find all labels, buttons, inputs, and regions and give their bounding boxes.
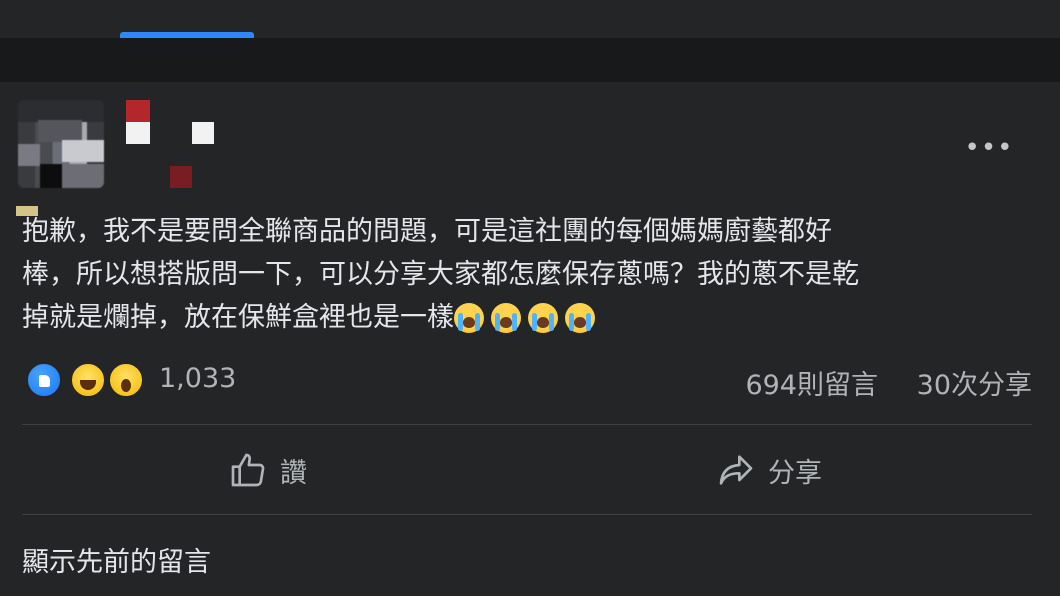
crying-face-emoji-icon <box>528 303 558 333</box>
like-reaction-icon[interactable] <box>26 362 62 398</box>
post-text-line-2: 棒，所以想搭版問一下，可以分享大家都怎麼保存蔥嗎？我的蔥不是乾 <box>22 259 859 290</box>
share-arrow-icon <box>719 455 753 485</box>
share-button-label: 分享 <box>768 457 822 489</box>
like-button-label: 讚 <box>280 457 307 489</box>
comment-count[interactable]: 694則留言 <box>745 363 878 402</box>
crying-face-emoji-icon <box>454 303 484 333</box>
avatar[interactable] <box>18 100 104 188</box>
share-count[interactable]: 30次分享 <box>917 363 1032 402</box>
haha-reaction-icon[interactable] <box>70 362 106 398</box>
crying-face-emoji-icon <box>565 303 595 333</box>
crying-face-emoji-icon <box>491 303 521 333</box>
post-text-line-1: 抱歉，我不是要問全聯商品的問題，可是這社團的每個媽媽廚藝都好 <box>22 216 832 247</box>
divider-top <box>22 424 1032 425</box>
divider-bottom <box>22 514 1032 515</box>
active-tab-indicator <box>120 32 254 38</box>
post-body-text: 抱歉，我不是要問全聯商品的問題，可是這社團的每個媽媽廚藝都好 棒，所以想搭版問一… <box>22 210 1032 340</box>
post-stats-row: 1,033 694則留言 30次分享 <box>22 362 1032 401</box>
top-nav-bar <box>0 0 1060 38</box>
more-options-button[interactable]: ••• <box>964 130 1014 166</box>
more-options-icon: ••• <box>964 133 1014 163</box>
post-text-line-3: 掉就是爛掉，放在保鮮盒裡也是一樣 <box>22 302 454 333</box>
view-previous-comments-link[interactable]: 顯示先前的留言 <box>22 540 211 579</box>
share-button[interactable]: 分享 <box>716 444 822 496</box>
thumbs-up-icon <box>231 453 265 487</box>
wow-reaction-icon[interactable] <box>108 362 144 398</box>
reaction-count[interactable]: 1,033 <box>159 363 236 394</box>
like-button[interactable]: 讚 <box>228 444 307 496</box>
emoji-row <box>454 297 602 340</box>
